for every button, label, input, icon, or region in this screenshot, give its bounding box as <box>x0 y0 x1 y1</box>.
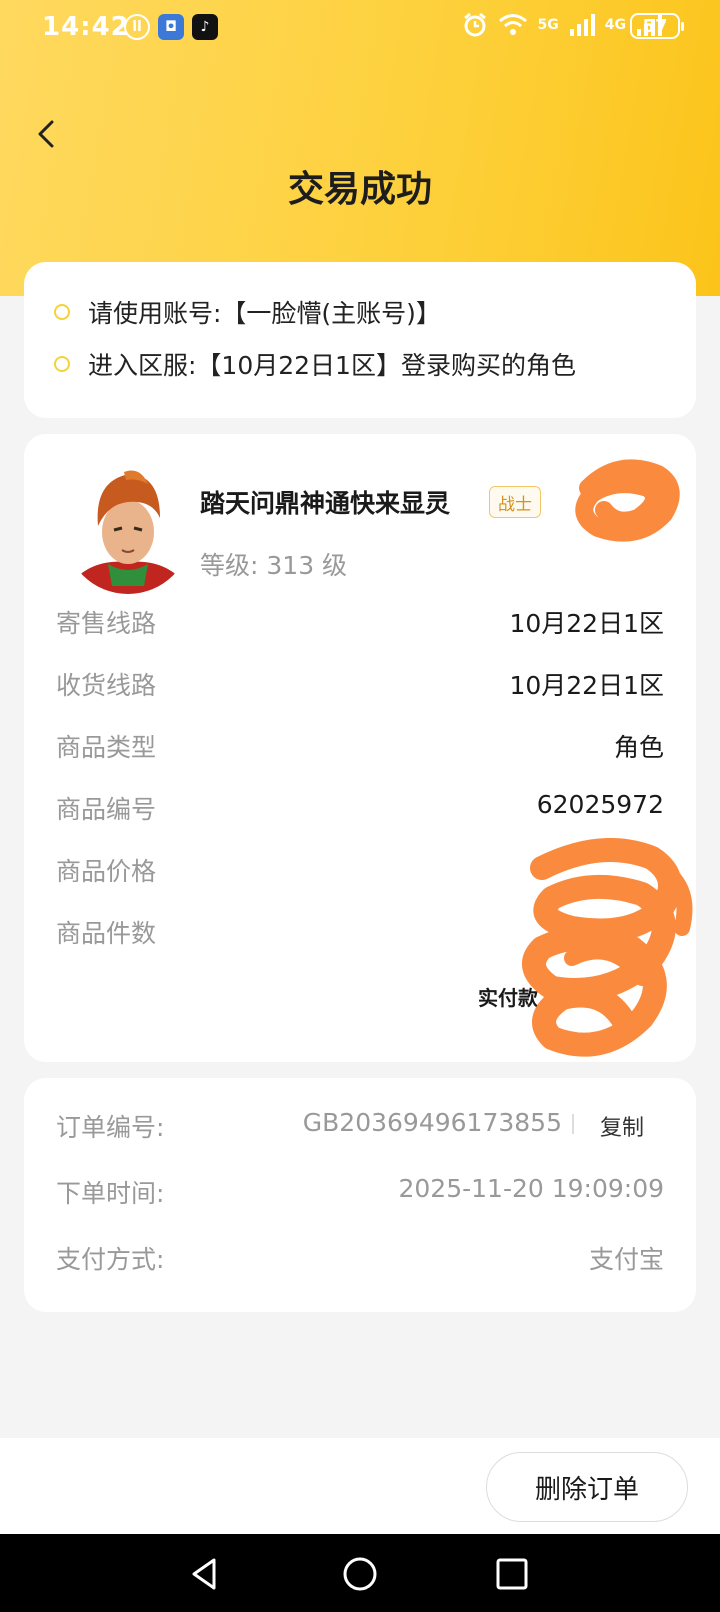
level-label: 等级: <box>200 551 259 580</box>
payment-method-value: 支付宝 <box>588 1245 664 1274</box>
class-badge: 战士 <box>489 486 541 518</box>
signal-icon <box>569 14 595 36</box>
nav-home-button[interactable] <box>341 1555 379 1593</box>
circle-home-icon <box>343 1557 377 1591</box>
payment-method-label: 支付方式: <box>56 1245 165 1274</box>
info-row: 商品编号 62025972 <box>56 786 664 826</box>
info-label: 商品类型 <box>56 733 157 762</box>
payment-method-row: 支付方式: 支付宝 <box>56 1236 664 1276</box>
page-title: 交易成功 <box>287 169 432 210</box>
app-icon: ◘ <box>158 14 184 40</box>
character-avatar <box>64 466 192 594</box>
info-label: 收货线路 <box>56 671 157 700</box>
info-value: 10月22日1区 <box>509 609 664 638</box>
notice-card: 请使用账号:【一脸懵(主账号)】 进入区服:【10月22日1区】登录购买的角色 <box>24 262 696 418</box>
bullet-icon <box>54 304 70 320</box>
bottom-action-bar: 删除订单 <box>0 1438 720 1534</box>
order-card: 订单编号: GB20369496173855 复制 下单时间: 2025-11-… <box>24 1078 696 1312</box>
notice-item: 请使用账号:【一脸懵(主账号)】 <box>54 294 441 330</box>
nav-recents-button[interactable] <box>493 1555 531 1593</box>
network-5g-label: 5G <box>537 17 559 33</box>
redaction-scribble <box>575 459 680 542</box>
system-navigation-bar <box>0 1534 720 1612</box>
info-value: 62025972 <box>536 790 664 819</box>
copy-button[interactable]: 复制 <box>600 1110 644 1142</box>
info-label: 商品件数 <box>56 919 157 948</box>
order-number-label: 订单编号: <box>56 1113 165 1142</box>
status-bar: 14:42 ll ◘ ♪ 5G 4G 57 <box>0 0 720 56</box>
status-time: 14:42 <box>42 12 130 42</box>
bullet-icon <box>54 356 70 372</box>
order-number-row: 订单编号: GB20369496173855 复制 <box>56 1104 664 1144</box>
order-time-label: 下单时间: <box>56 1179 165 1208</box>
chevron-left-icon <box>38 120 54 148</box>
notice-text: 进入区服:【10月22日1区】登录购买的角色 <box>88 351 576 380</box>
delete-order-button[interactable]: 删除订单 <box>486 1452 688 1522</box>
order-time-value: 2025-11-20 19:09:09 <box>398 1174 664 1203</box>
wifi-icon <box>498 14 527 35</box>
battery-indicator: 57 <box>630 13 684 39</box>
redaction-scribble <box>522 838 693 1057</box>
notification-icon: ll <box>124 14 150 40</box>
notice-text: 请使用账号:【一脸懵(主账号)】 <box>88 299 441 328</box>
network-4g-label: 4G <box>604 17 626 33</box>
info-value: 10月22日1区 <box>509 671 664 700</box>
order-time-row: 下单时间: 2025-11-20 19:09:09 <box>56 1170 664 1210</box>
alarm-icon <box>463 12 486 37</box>
info-row: 寄售线路 10月22日1区 <box>56 600 664 640</box>
back-button[interactable] <box>30 110 64 158</box>
character-name: 踏天问鼎神通快来显灵 <box>200 489 451 518</box>
info-label: 商品编号 <box>56 795 157 824</box>
square-recents-icon <box>496 1558 528 1590</box>
character-level: 等级: 313 级 <box>200 546 347 582</box>
divider <box>572 1114 574 1134</box>
info-label: 寄售线路 <box>56 609 157 638</box>
info-value: 角色 <box>613 733 664 762</box>
info-row: 商品类型 角色 <box>56 724 664 764</box>
order-number-value: GB20369496173855 <box>302 1108 562 1137</box>
tiktok-icon: ♪ <box>192 14 218 40</box>
info-label: 商品价格 <box>56 857 157 886</box>
notice-item: 进入区服:【10月22日1区】登录购买的角色 <box>54 346 576 382</box>
nav-back-button[interactable] <box>186 1555 224 1593</box>
level-value: 313 级 <box>266 551 348 580</box>
item-card: 踏天问鼎神通快来显灵 战士 等级: 313 级 寄售线路 10月22日1区 收货… <box>24 434 696 1062</box>
triangle-back-icon <box>192 1558 216 1590</box>
info-row: 收货线路 10月22日1区 <box>56 662 664 702</box>
